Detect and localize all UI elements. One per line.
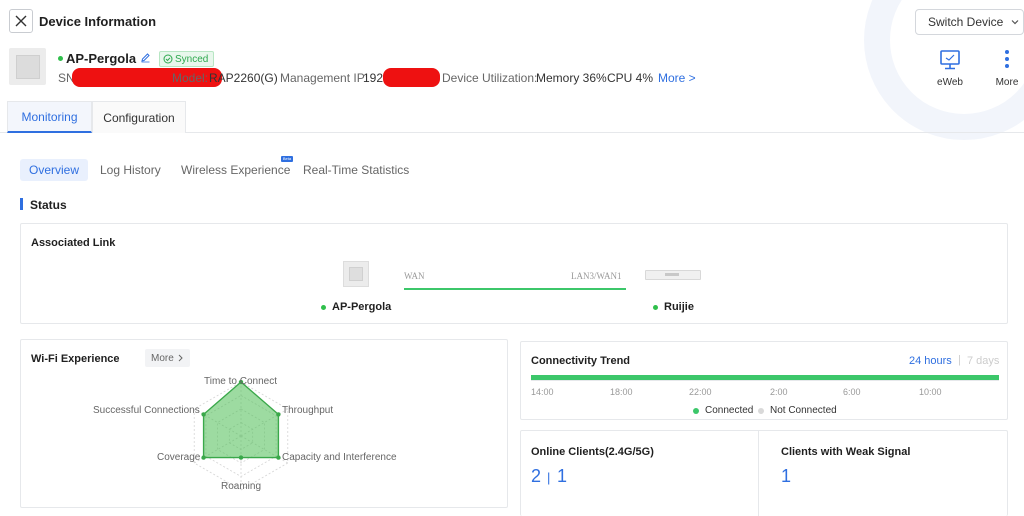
model-label: Model: [172, 71, 209, 85]
wifi-experience-title: Wi-Fi Experience [31, 353, 120, 365]
subtab-wireless-experience[interactable]: Wireless Experience [181, 159, 290, 181]
subtab-real-time-statistics-label: Real-Time Statistics [303, 163, 410, 177]
more-actions-button[interactable]: More [992, 49, 1022, 88]
remote-device-status-dot [653, 304, 658, 310]
cpu-value: CPU 4% [607, 71, 654, 85]
model-value: RAP2260(G) [209, 71, 278, 85]
radar-label-roaming: Roaming [221, 481, 262, 492]
check-circle-icon [163, 54, 173, 64]
radar-point [238, 455, 244, 460]
stats-divider [758, 431, 759, 516]
connectivity-trend-title: Connectivity Trend [531, 355, 631, 367]
tab-configuration[interactable]: Configuration [92, 101, 186, 133]
tick-label: 2:00 [770, 387, 788, 397]
eweb-button[interactable]: eWeb [932, 49, 968, 88]
local-port-label: WAN [404, 271, 425, 281]
tab-monitoring-label: Monitoring [21, 109, 78, 124]
radar-label-coverage: Coverage [157, 452, 201, 463]
radar-label-successful-connections: Successful Connections [93, 405, 200, 416]
chevron-right-icon [178, 354, 183, 362]
local-device-name: AP-Pergola [332, 301, 392, 313]
range-24-hours[interactable]: 24 hours [909, 355, 952, 367]
range-separator: | [958, 354, 961, 366]
radar-label-capacity: Capacity and Interference [282, 452, 397, 463]
remote-device-name: Ruijie [664, 301, 694, 313]
legend-connected-label: Connected [705, 405, 754, 416]
utilization-label: Device Utilization: [442, 71, 538, 85]
section-accent-bar [20, 198, 23, 210]
subtab-log-history-label: Log History [100, 163, 161, 177]
beta-badge: Beta [281, 156, 293, 162]
associated-link-card: Associated Link WAN LAN3/WAN1 AP-Pergola… [20, 223, 1008, 324]
more-actions-label: More [995, 77, 1019, 88]
tab-configuration-label: Configuration [103, 110, 175, 125]
radar-point [201, 412, 206, 417]
online-clients-5g-value[interactable]: 1 [557, 466, 567, 487]
tick-label: 22:00 [689, 387, 712, 397]
vertical-dots-icon [1005, 50, 1009, 68]
trend-axis-line [531, 380, 999, 381]
local-device-node[interactable]: AP-Pergola [321, 301, 391, 313]
synced-label: Synced [175, 53, 209, 65]
radar-data-area [202, 381, 280, 459]
status-section-title: Status [30, 198, 67, 212]
page-title: Device Information [39, 14, 157, 29]
link-line [404, 288, 626, 290]
wifi-experience-card: Wi-Fi Experience More Time to Connect Th… [20, 339, 508, 508]
subtab-overview[interactable]: Overview [20, 159, 89, 181]
radar-label-time-to-connect: Time to Connect [204, 376, 277, 387]
switch-device-button[interactable]: Switch Device [915, 9, 1024, 35]
connectivity-trend-card: Connectivity Trend 24 hours | 7 days 14:… [520, 341, 1008, 420]
main-tab-bar: Monitoring Configuration [0, 101, 1024, 133]
device-image [9, 48, 46, 85]
weak-signal-title: Clients with Weak Signal [781, 446, 911, 458]
subtab-real-time-statistics[interactable]: Real-Time Statistics [303, 159, 409, 181]
tab-monitoring[interactable]: Monitoring [7, 101, 92, 133]
tick-label: 14:00 [531, 387, 554, 397]
radar-label-throughput: Throughput [282, 405, 334, 416]
gateway-device-image [645, 266, 701, 284]
radar-point [276, 412, 281, 417]
edit-icon[interactable] [140, 52, 151, 63]
local-device-status-dot [321, 304, 326, 310]
legend-dot-connected [693, 407, 699, 414]
remote-port-label: LAN3/WAN1 [571, 271, 622, 281]
ap-device-image [343, 261, 369, 287]
synced-badge: Synced [159, 51, 215, 67]
client-stats-card: Online Clients(2.4G/5G) 2 | 1 Clients wi… [520, 430, 1008, 516]
radar-point [276, 455, 281, 460]
switch-device-label: Switch Device [928, 15, 1004, 29]
tick-label: 18:00 [610, 387, 633, 397]
legend-dot-not-connected [758, 407, 764, 414]
legend-not-connected: Not Connected [758, 405, 837, 416]
tick-label: 10:00 [919, 387, 942, 397]
subtab-log-history[interactable]: Log History [100, 159, 161, 181]
redaction-mark-ip [383, 68, 440, 87]
device-more-link[interactable]: More > [658, 71, 696, 85]
wifi-more-button[interactable]: More [145, 349, 190, 367]
close-button[interactable] [9, 9, 33, 33]
eweb-label: eWeb [937, 77, 963, 88]
associated-link-title: Associated Link [31, 237, 116, 249]
memory-value: Memory 36% [536, 71, 607, 85]
range-7-days[interactable]: 7 days [967, 355, 999, 367]
radar-point [201, 455, 206, 460]
subtab-overview-label: Overview [29, 163, 80, 177]
subtab-wireless-experience-label: Wireless Experience [181, 163, 291, 177]
legend-not-connected-label: Not Connected [770, 405, 837, 416]
chevron-down-icon [1011, 20, 1019, 25]
legend-connected: Connected [693, 405, 753, 416]
online-status-dot [58, 56, 63, 61]
tick-label: 6:00 [843, 387, 861, 397]
device-name: AP-Pergola [66, 51, 137, 66]
wifi-more-label: More [151, 352, 174, 364]
close-icon [15, 15, 27, 27]
weak-signal-value[interactable]: 1 [781, 466, 791, 487]
online-clients-title: Online Clients(2.4G/5G) [531, 446, 654, 458]
online-clients-24g-value[interactable]: 2 [531, 466, 541, 487]
online-clients-separator: | [547, 470, 551, 485]
monitor-icon [940, 50, 960, 70]
mgmt-ip-label: Management IP: [280, 71, 369, 85]
remote-device-node[interactable]: Ruijie [653, 301, 694, 313]
